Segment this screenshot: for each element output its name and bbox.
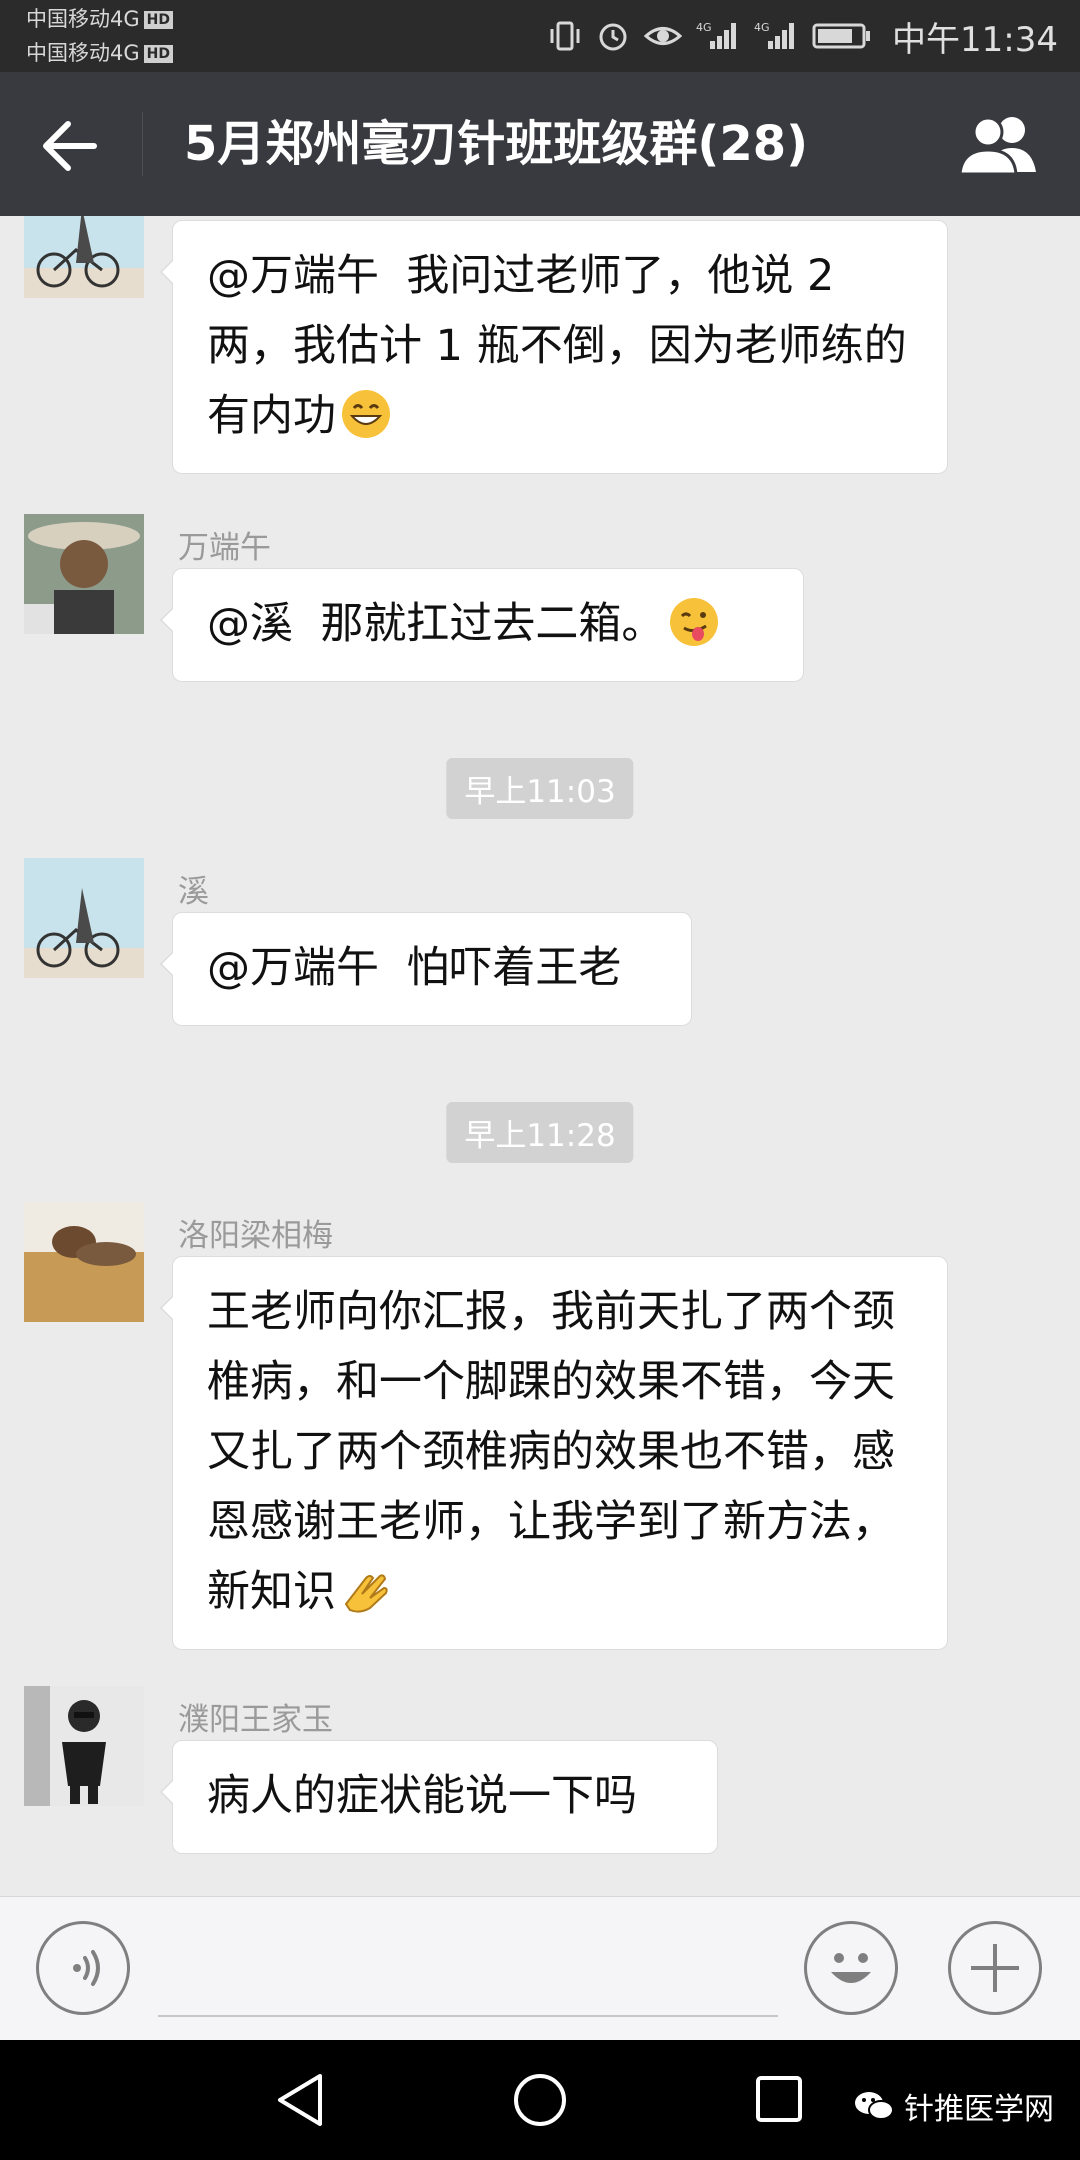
sender-name: 溪: [178, 874, 209, 910]
network-label-2: 4G: [754, 21, 770, 34]
title-divider: [142, 112, 143, 176]
voice-wave-icon: [73, 1950, 100, 1986]
message-bubble-1[interactable]: @万端午 我问过老师了，他说 2 两，我估计 1 瓶不倒，因为老师练的有内功: [160, 220, 948, 474]
nav-home-button[interactable]: [510, 2070, 570, 2134]
avatar-puyang-wang[interactable]: [24, 1686, 144, 1806]
battery-icon: [812, 21, 872, 51]
clap-hands-emoji-icon: [344, 1574, 388, 1613]
status-time: 中午11:34: [892, 19, 1058, 60]
grin-emoji-icon: [342, 390, 390, 438]
wink-tongue-emoji-icon: [670, 598, 719, 646]
carrier-label-1: 中国移动4G HD: [26, 6, 173, 32]
status-bar: 中国移动4G HD 中国移动4G HD 4G 4G 中午11:34: [0, 0, 1080, 72]
message-bubble-3[interactable]: @万端午 怕吓着王老: [160, 912, 692, 1026]
group-members-button[interactable]: [956, 112, 1042, 176]
avatar-wan-duanwu[interactable]: [24, 514, 144, 634]
message-text-1: @万端午 我问过老师了，他说 2 两，我估计 1 瓶不倒，因为老师练的有内功: [207, 251, 907, 441]
message-bubble-2[interactable]: @溪 那就扛过去二箱。: [160, 568, 804, 682]
message-text-5: 病人的症状能说一下吗: [207, 1771, 637, 1821]
voice-input-button[interactable]: [36, 1921, 130, 2015]
avatar-xi[interactable]: [24, 216, 144, 298]
carrier-label-2: 中国移动4G HD: [26, 40, 173, 66]
signal-icon-2: 4G: [754, 19, 798, 53]
avatar-xi[interactable]: [24, 858, 144, 978]
back-arrow-icon: [43, 121, 97, 171]
vibrate-icon: [548, 19, 582, 53]
chat-title: 5月郑州毫刃针班班级群(28): [184, 116, 809, 172]
timestamp-label: 早上11:03: [446, 758, 634, 819]
more-options-button[interactable]: [948, 1921, 1042, 2015]
wechat-logo-icon: [855, 2092, 894, 2120]
status-icons: 4G 4G 中午11:34: [548, 14, 1058, 60]
group-people-icon: [958, 116, 1036, 176]
avatar-luoyang-liang[interactable]: [24, 1202, 144, 1322]
message-text-4: 王老师向你汇报，我前天扎了两个颈椎病，和一个脚踝的效果不错，今天又扎了两个颈椎病…: [207, 1287, 895, 1617]
message-text-2: @溪 那就扛过去二箱。: [207, 599, 665, 649]
square-recents-icon: [756, 2076, 802, 2122]
timestamp-label: 早上11:28: [446, 1102, 634, 1163]
emoji-button[interactable]: [804, 1921, 898, 2015]
watermark-text: 针推医学网: [904, 2092, 1054, 2127]
chat-area[interactable]: @万端午 我问过老师了，他说 2 两，我估计 1 瓶不倒，因为老师练的有内功 万…: [0, 216, 1080, 1896]
message-input[interactable]: [158, 2015, 778, 2017]
hd-badge-2: HD: [143, 45, 173, 63]
smiley-icon: [831, 1953, 871, 1983]
back-button[interactable]: [38, 114, 102, 178]
eye-care-icon: [644, 19, 683, 53]
triangle-back-icon: [278, 2074, 322, 2126]
circle-home-icon: [514, 2074, 566, 2126]
plus-icon: [971, 1944, 1019, 1992]
message-text-3: @万端午 怕吓着王老: [207, 943, 622, 993]
network-label-1: 4G: [696, 21, 712, 34]
sender-name: 濮阳王家玉: [178, 1702, 333, 1738]
input-bar: [0, 1896, 1080, 2041]
hd-badge: HD: [143, 11, 173, 29]
signal-icon-1: 4G: [696, 19, 740, 53]
title-bar: 5月郑州毫刃针班班级群(28): [0, 72, 1080, 216]
watermark: 针推医学网: [854, 2084, 1054, 2128]
sender-name: 洛阳梁相梅: [178, 1218, 333, 1254]
message-bubble-4[interactable]: 王老师向你汇报，我前天扎了两个颈椎病，和一个脚踝的效果不错，今天又扎了两个颈椎病…: [160, 1256, 948, 1650]
alarm-icon: [596, 19, 630, 53]
navigation-bar: 针推医学网: [0, 2040, 1080, 2160]
message-bubble-5[interactable]: 病人的症状能说一下吗: [160, 1740, 718, 1854]
nav-back-button[interactable]: [274, 2070, 326, 2134]
nav-recents-button[interactable]: [752, 2070, 806, 2134]
sender-name: 万端午: [178, 530, 271, 566]
